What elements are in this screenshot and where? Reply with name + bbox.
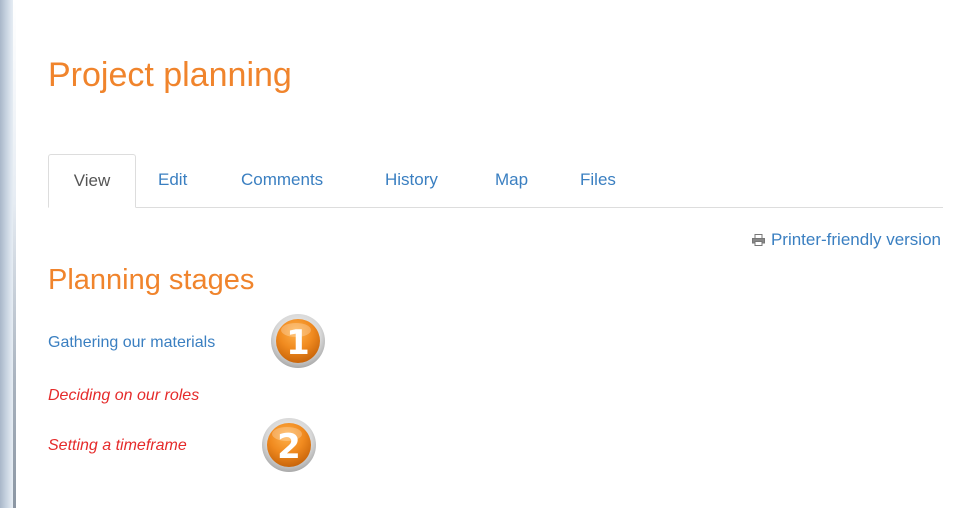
printer-friendly-link[interactable]: Printer-friendly version (751, 230, 941, 250)
tab-edit[interactable]: Edit (158, 154, 187, 207)
badge-digit: 2 (277, 427, 301, 467)
printer-friendly-label: Printer-friendly version (770, 230, 941, 249)
page-title: Project planning (48, 56, 292, 94)
number-two-badge: 2 (262, 418, 316, 472)
page-content: Project planning View Edit Comments Hist… (16, 12, 965, 508)
printer-icon (751, 234, 765, 246)
tab-bar: View Edit Comments History Map Files (48, 154, 943, 208)
badge-digit: 1 (286, 323, 310, 363)
tab-files[interactable]: Files (580, 154, 616, 207)
tab-comments[interactable]: Comments (241, 154, 323, 207)
section-heading: Planning stages (48, 264, 255, 296)
stage-link-setting-timeframe[interactable]: Setting a timeframe (48, 437, 187, 455)
tab-view[interactable]: View (48, 154, 136, 208)
tab-map[interactable]: Map (495, 154, 528, 207)
tab-history[interactable]: History (385, 154, 438, 207)
stage-link-deciding-roles[interactable]: Deciding on our roles (48, 387, 199, 405)
stage-link-gathering-materials[interactable]: Gathering our materials (48, 334, 215, 352)
number-one-badge: 1 (271, 314, 325, 368)
